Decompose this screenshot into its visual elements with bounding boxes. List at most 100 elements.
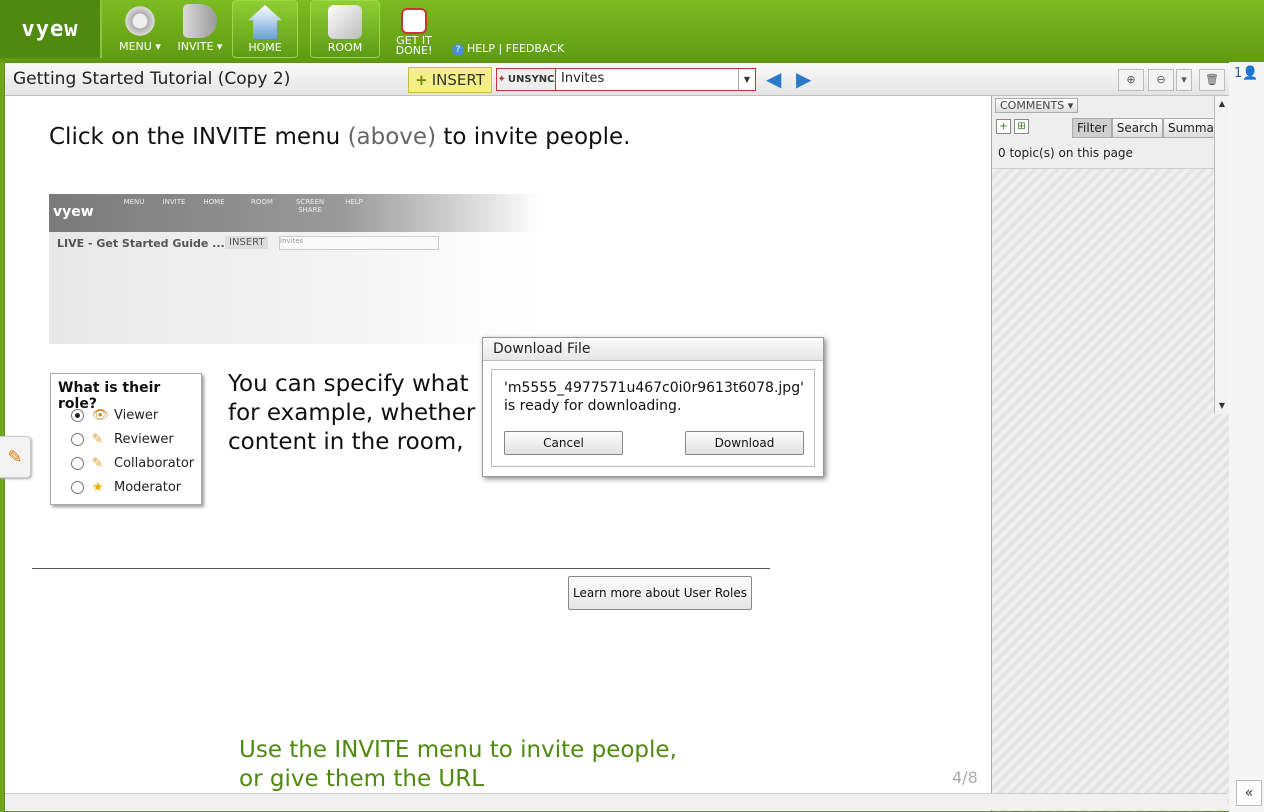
radio-reviewer bbox=[71, 433, 84, 446]
role-viewer: 👁 Viewer bbox=[71, 408, 158, 423]
menu-label: MENU bbox=[119, 40, 152, 53]
screenshot-home: HOME bbox=[203, 198, 225, 206]
radio-viewer bbox=[71, 409, 84, 422]
vyew-logo[interactable]: vyew bbox=[0, 0, 102, 58]
invite-hint-text: Use the INVITE menu to invite people, or… bbox=[239, 736, 677, 794]
get-it-done-button[interactable]: GET IT DONE! bbox=[386, 0, 442, 58]
scroll-down-icon[interactable]: ▼ bbox=[1216, 400, 1228, 412]
screenshot-help: HELP bbox=[345, 198, 363, 206]
screenshot-logo: vyew bbox=[53, 204, 94, 220]
page-number: 4/8 bbox=[952, 768, 978, 787]
people-strip bbox=[1229, 62, 1264, 812]
eye-icon: 👁 bbox=[92, 408, 109, 423]
page-selector[interactable]: ✦ UNSYNC Invites ▼ bbox=[496, 68, 756, 91]
get-it-done-label: GET IT DONE! bbox=[395, 34, 433, 57]
role-moderator: ★ Moderator bbox=[71, 480, 181, 495]
role-picker-image: What is their role? 👁 Viewer ✎ Reviewer ✎ C… bbox=[50, 373, 202, 505]
expand-all-icon[interactable]: ⊞ bbox=[1014, 119, 1029, 134]
trash-icon[interactable]: 🗑 bbox=[1199, 69, 1225, 91]
body-text: You can specify what for example, whethe… bbox=[228, 370, 488, 457]
zoom-out-icon[interactable]: ⊖ bbox=[1148, 69, 1174, 91]
home-label: HOME bbox=[248, 41, 282, 54]
radio-collaborator bbox=[71, 457, 84, 470]
room-button[interactable]: ROOM bbox=[310, 0, 380, 58]
room-icon bbox=[328, 5, 362, 39]
body-line-3: content in the room, bbox=[228, 429, 464, 455]
toolbar: Getting Started Tutorial (Copy 2) + INSE… bbox=[5, 63, 1229, 96]
heading-part-a: Click on the INVITE menu bbox=[49, 124, 341, 150]
insert-label: INSERT bbox=[431, 71, 485, 89]
invite-hint-line-2: or give them the URL bbox=[239, 766, 485, 792]
zoom-dropdown-icon[interactable]: ▾ bbox=[1176, 69, 1192, 91]
zoom-in-icon[interactable]: ⊕ bbox=[1118, 69, 1144, 91]
prev-page-arrow-icon[interactable]: ◀ bbox=[766, 69, 788, 89]
logo-text: vyew bbox=[21, 16, 79, 42]
megaphone-icon bbox=[183, 4, 217, 38]
dialog-message: 'm5555_4977571u467c0i0r9613t6078.jpg' is… bbox=[504, 380, 804, 414]
horizontal-scrollbar[interactable] bbox=[5, 793, 1227, 810]
dialog-titlebar[interactable]: Download File bbox=[483, 338, 823, 361]
pencil-icon: ✎ bbox=[92, 456, 103, 471]
checkbox-icon bbox=[401, 8, 427, 34]
divider bbox=[32, 568, 770, 569]
role-reviewer-label: Reviewer bbox=[114, 432, 174, 447]
unsync-icon: ✦ bbox=[497, 74, 506, 85]
comments-menu[interactable]: COMMENTS ▾ bbox=[995, 98, 1079, 113]
screenshot-navbar: vyew MENU INVITE HOME ROOM SCREEN SHARE … bbox=[49, 194, 539, 232]
body-line-2: for example, whether bbox=[228, 400, 476, 426]
download-button[interactable]: Download bbox=[685, 431, 804, 455]
help-label: HELP | FEEDBACK bbox=[467, 42, 565, 55]
star-icon: ★ bbox=[92, 480, 104, 495]
user-icon: 👤 bbox=[1242, 66, 1259, 81]
invite-hint-line-1: Use the INVITE menu to invite people, bbox=[239, 737, 677, 763]
role-viewer-label: Viewer bbox=[114, 408, 159, 423]
screenshot-menu: MENU bbox=[123, 198, 145, 206]
unsync-toggle[interactable]: ✦ UNSYNC bbox=[497, 69, 556, 90]
insert-button[interactable]: + INSERT bbox=[408, 67, 492, 93]
learn-more-roles-button[interactable]: Learn more about User Roles bbox=[568, 576, 752, 610]
screenshot-invite: INVITE bbox=[162, 198, 186, 206]
screenshot-sync: Invites bbox=[279, 236, 439, 250]
next-page-arrow-icon[interactable]: ▶ bbox=[796, 69, 818, 89]
heading-part-b: (above) bbox=[347, 124, 437, 150]
tab-filter[interactable]: Filter bbox=[1072, 118, 1112, 138]
collapse-panel-icon[interactable]: « bbox=[1236, 780, 1262, 806]
annotate-pencil-icon[interactable]: ✎ bbox=[0, 436, 31, 478]
unsync-label: UNSYNC bbox=[507, 74, 555, 85]
tab-search[interactable]: Search bbox=[1111, 118, 1163, 138]
people-panel-toggle[interactable]: 1👤 bbox=[1234, 66, 1258, 81]
screenshot-insert: INSERT bbox=[225, 236, 269, 249]
scroll-up-icon[interactable]: ▲ bbox=[1216, 98, 1228, 110]
comments-header: COMMENTS ▾ + ⊞ Filter Search Summary 0 t… bbox=[992, 96, 1231, 169]
role-collaborator-label: Collaborator bbox=[114, 456, 195, 471]
home-button[interactable]: HOME bbox=[232, 0, 298, 58]
role-reviewer: ✎ Reviewer bbox=[71, 432, 174, 447]
room-label: ROOM bbox=[327, 41, 363, 54]
cancel-button[interactable]: Cancel bbox=[504, 431, 623, 455]
page-select-value: Invites bbox=[561, 71, 605, 86]
menu-button[interactable]: MENU ▾ bbox=[108, 0, 172, 58]
new-topic-icon[interactable]: + bbox=[996, 119, 1011, 134]
help-feedback-link[interactable]: ? HELP | FEEDBACK bbox=[452, 42, 564, 56]
dialog-title: Download File bbox=[493, 341, 591, 357]
comments-title: COMMENTS bbox=[1000, 99, 1065, 112]
topic-count: 0 topic(s) on this page bbox=[998, 146, 1133, 160]
body-line-1: You can specify what bbox=[228, 371, 469, 397]
invite-button[interactable]: INVITE ▾ bbox=[168, 0, 232, 58]
radio-moderator bbox=[71, 481, 84, 494]
slide-heading: Click on the INVITE menu (above) to invi… bbox=[49, 124, 630, 150]
plus-icon: + bbox=[415, 71, 428, 89]
invite-label: INVITE bbox=[177, 40, 214, 53]
ui-screenshot-image: vyew MENU INVITE HOME ROOM SCREEN SHARE … bbox=[49, 194, 539, 344]
dialog-body: 'm5555_4977571u467c0i0r9613t6078.jpg' is… bbox=[491, 369, 815, 467]
chevron-down-icon[interactable]: ▼ bbox=[738, 69, 755, 90]
screenshot-room: ROOM bbox=[251, 198, 273, 206]
help-icon: ? bbox=[452, 44, 464, 56]
screenshot-title: LIVE - Get Started Guide ... bbox=[57, 237, 225, 250]
comments-scrollbar[interactable]: ▲ ▼ bbox=[1214, 96, 1229, 414]
pencil-icon: ✎ bbox=[92, 432, 103, 447]
download-file-dialog: Download File 'm5555_4977571u467c0i0r961… bbox=[482, 337, 824, 477]
role-collaborator: ✎ Collaborator bbox=[71, 456, 194, 471]
comments-panel: COMMENTS ▾ + ⊞ Filter Search Summary 0 t… bbox=[991, 96, 1231, 811]
comments-tabs: Filter Search Summary bbox=[1072, 118, 1231, 138]
